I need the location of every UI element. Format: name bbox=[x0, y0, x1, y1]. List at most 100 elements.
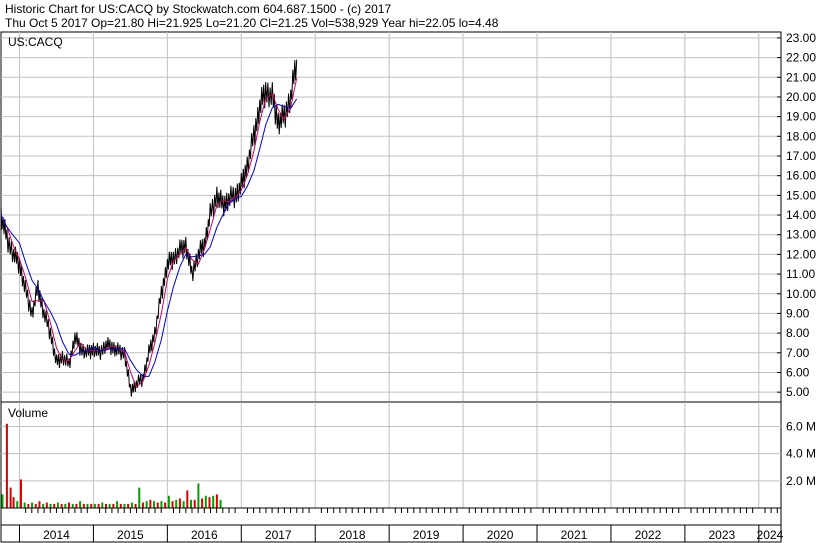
volume-bar bbox=[219, 499, 222, 508]
volume-bar bbox=[31, 502, 34, 508]
volume-bar bbox=[49, 503, 52, 508]
x-tick-label: 2023 bbox=[709, 528, 736, 542]
volume-bar bbox=[149, 499, 152, 508]
volume-bar bbox=[130, 502, 133, 508]
volume-bar bbox=[60, 503, 63, 508]
volume-bar bbox=[86, 503, 89, 508]
volume-bar bbox=[75, 503, 78, 508]
volume-bar bbox=[204, 495, 207, 508]
volume-bar bbox=[197, 483, 200, 508]
x-tick-label: 2020 bbox=[487, 528, 514, 542]
volume-bar bbox=[171, 501, 174, 508]
x-tick-label: 2022 bbox=[635, 528, 662, 542]
x-axis: 2014 2015 2016 2017 2018 2019 2020 2021 2022 2023… bbox=[0, 507, 784, 543]
x-tick-label: 2014 bbox=[43, 528, 70, 542]
volume-panel-label: Volume bbox=[8, 406, 48, 420]
volume-bar bbox=[141, 502, 144, 508]
price-y-tick-label: 20.00 bbox=[786, 90, 816, 104]
volume-bar bbox=[34, 503, 37, 508]
x-tick-label: 2015 bbox=[117, 528, 144, 542]
volume-bar bbox=[156, 502, 159, 508]
volume-bar bbox=[167, 495, 170, 508]
volume-bar bbox=[160, 501, 163, 508]
volume-bar bbox=[153, 501, 156, 508]
volume-panel: 6.0 M 4.0 M 2.0 M Volume bbox=[0, 401, 816, 509]
volume-bar bbox=[178, 498, 181, 508]
x-tick-label: 2016 bbox=[191, 528, 218, 542]
volume-bar bbox=[212, 495, 215, 508]
volume-bar bbox=[16, 501, 19, 508]
volume-bar bbox=[101, 502, 104, 508]
volume-bar bbox=[182, 501, 185, 508]
volume-bar bbox=[138, 487, 141, 508]
x-tick-label: 2021 bbox=[561, 528, 588, 542]
volume-bar bbox=[27, 503, 30, 508]
volume-bar bbox=[164, 502, 167, 508]
volume-bar bbox=[53, 503, 56, 508]
chart-header-title: Historic Chart for US:CACQ by Stockwatch… bbox=[5, 2, 391, 16]
volume-bar bbox=[134, 503, 137, 508]
volume-bar bbox=[201, 498, 204, 508]
volume-bar bbox=[127, 503, 130, 508]
price-y-axis: 23.00 22.00 21.00 20.00 19.00 18.00 17.00 16.00… bbox=[777, 31, 816, 399]
volume-bar bbox=[97, 503, 100, 508]
volume-bar bbox=[175, 499, 178, 508]
x-tick-label: 2019 bbox=[413, 528, 440, 542]
price-panel-label: US:CACQ bbox=[8, 35, 63, 49]
price-y-tick-label: 10.00 bbox=[786, 287, 816, 301]
volume-bar bbox=[193, 499, 196, 508]
volume-bar bbox=[45, 502, 48, 508]
volume-bar bbox=[116, 501, 119, 508]
price-y-tick-label: 8.00 bbox=[786, 326, 810, 340]
volume-bar bbox=[119, 503, 122, 508]
chart-header-quote: Thu Oct 5 2017 Op=21.80 Hi=21.925 Lo=21.… bbox=[5, 16, 499, 30]
price-y-tick-label: 22.00 bbox=[786, 51, 816, 65]
price-y-tick-label: 17.00 bbox=[786, 149, 816, 163]
volume-y-tick-label: 4.0 M bbox=[786, 447, 816, 461]
volume-bar bbox=[1, 494, 4, 508]
price-y-tick-label: 11.00 bbox=[786, 267, 815, 281]
volume-y-axis: 6.0 M 4.0 M 2.0 M bbox=[786, 419, 816, 487]
volume-bar bbox=[108, 503, 111, 508]
volume-bar bbox=[104, 503, 107, 508]
volume-bar bbox=[68, 502, 71, 508]
volume-bar bbox=[145, 501, 148, 508]
price-y-tick-label: 18.00 bbox=[786, 129, 816, 143]
volume-bar bbox=[215, 494, 218, 508]
volume-bar bbox=[23, 502, 26, 508]
price-y-tick-label: 13.00 bbox=[786, 228, 816, 242]
volume-bar bbox=[208, 497, 211, 508]
price-y-tick-label: 5.00 bbox=[786, 385, 810, 399]
volume-bar bbox=[12, 497, 15, 508]
price-y-tick-label: 14.00 bbox=[786, 208, 816, 222]
volume-bar bbox=[190, 499, 193, 508]
price-y-tick-label: 6.00 bbox=[786, 365, 810, 379]
volume-bar bbox=[79, 501, 82, 508]
volume-y-tick-label: 2.0 M bbox=[786, 474, 816, 488]
price-panel: 23.00 22.00 21.00 20.00 19.00 18.00 17.00 16.00… bbox=[0, 31, 816, 403]
volume-bar bbox=[71, 503, 74, 508]
price-y-tick-label: 15.00 bbox=[786, 188, 816, 202]
volume-bar bbox=[38, 501, 41, 508]
price-y-tick-label: 12.00 bbox=[786, 247, 816, 261]
x-tick-label: 2018 bbox=[339, 528, 366, 542]
price-y-tick-label: 7.00 bbox=[786, 346, 810, 360]
volume-bar bbox=[9, 487, 12, 508]
volume-bar bbox=[123, 503, 126, 508]
price-y-tick-label: 19.00 bbox=[786, 110, 816, 124]
volume-bar bbox=[5, 423, 8, 508]
volume-bar bbox=[64, 503, 67, 508]
volume-bar bbox=[93, 503, 96, 508]
volume-bar bbox=[56, 502, 59, 508]
price-y-tick-label: 16.00 bbox=[786, 169, 816, 183]
price-y-tick-label: 21.00 bbox=[786, 70, 816, 84]
price-y-tick-label: 9.00 bbox=[786, 306, 810, 320]
x-tick-label: 2017 bbox=[265, 528, 292, 542]
volume-y-tick-label: 6.0 M bbox=[786, 419, 816, 433]
x-tick-label: 2024 bbox=[757, 528, 784, 542]
volume-bar bbox=[112, 503, 115, 508]
stock-chart: Historic Chart for US:CACQ by Stockwatch… bbox=[0, 2, 816, 543]
volume-bar bbox=[82, 503, 85, 508]
volume-bar bbox=[19, 479, 22, 508]
price-y-tick-label: 23.00 bbox=[786, 31, 816, 45]
